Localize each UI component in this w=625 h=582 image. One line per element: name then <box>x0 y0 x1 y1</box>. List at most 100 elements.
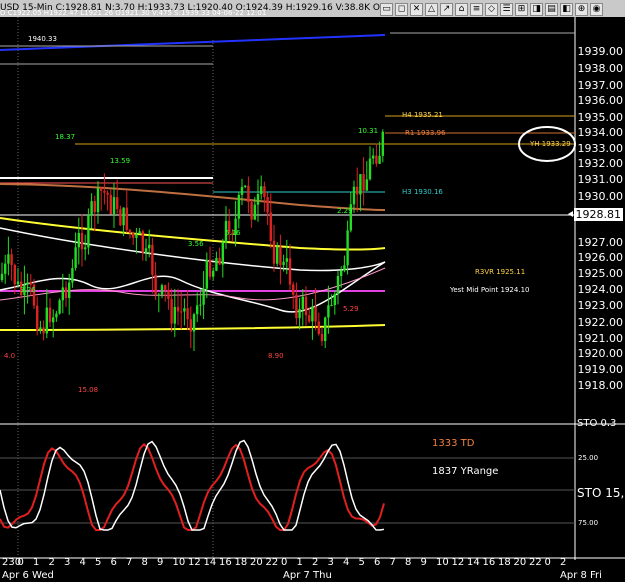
candle-body <box>333 293 336 306</box>
time-tick: 20 <box>513 557 527 568</box>
candle-body <box>103 190 106 193</box>
price-tick: 1927.00 <box>577 236 624 249</box>
price-tick: 1921.00 <box>577 332 624 345</box>
time-tick: 10 <box>172 557 186 568</box>
price-tick: 1938.00 <box>577 62 624 75</box>
candle-body <box>208 259 212 277</box>
time-tick: 14 <box>203 557 217 568</box>
candle-body <box>167 289 170 300</box>
time-tick: 0 <box>17 557 24 568</box>
candle-body <box>26 282 29 285</box>
annotation: 2.29 <box>337 207 353 215</box>
price-tick: 1922.00 <box>577 316 624 329</box>
price-tick: 1923.00 <box>577 299 624 312</box>
candle-body <box>304 296 308 316</box>
time-tick: 2 <box>48 557 55 568</box>
candle-body <box>13 265 16 285</box>
osc-75-label: 75.00 <box>578 519 599 527</box>
yh-label: YH 1933.29 <box>530 140 571 148</box>
candle-body <box>93 201 96 213</box>
blue-trendline <box>0 34 386 51</box>
candle-body <box>141 231 144 253</box>
time-tick: 5 <box>95 557 102 568</box>
time-tick: 20 <box>250 557 263 568</box>
candle-body <box>327 305 330 318</box>
candle-body <box>186 308 189 320</box>
candle-body <box>157 294 160 296</box>
annotation: 5.16 <box>225 229 241 237</box>
candle-body <box>135 233 138 238</box>
candle-body <box>356 186 359 195</box>
price-tick: 1939.00 <box>577 45 624 58</box>
candle-body <box>263 186 266 198</box>
sto-short-label: STO 0.3 <box>577 418 617 429</box>
candle-body <box>64 287 68 299</box>
candle-body <box>80 232 84 250</box>
candle-body <box>0 273 4 280</box>
candle-body <box>4 263 7 274</box>
candle-body <box>381 131 384 156</box>
time-tick: 16 <box>219 557 232 568</box>
osc-red-line <box>0 442 385 531</box>
time-tick: 7 <box>389 557 396 568</box>
annotation: 10.31 <box>358 127 379 135</box>
price-tick: 1935.00 <box>577 111 624 124</box>
candle-body <box>96 188 100 213</box>
annotation: 8.90 <box>268 352 284 360</box>
candle-body <box>317 321 320 334</box>
candle-body <box>68 282 71 299</box>
candle-body <box>36 305 39 331</box>
yrange-label: 1837 YRange <box>432 466 499 477</box>
price-tick: 1925.00 <box>577 267 624 280</box>
candle-body <box>368 158 372 180</box>
candle-body <box>375 155 378 164</box>
price-tick: 1936.00 <box>577 94 624 107</box>
td-label: 1333 TD <box>432 438 475 449</box>
time-tick: 7 <box>126 557 133 568</box>
time-tick: 0 <box>544 557 551 568</box>
candle-body <box>106 192 109 195</box>
time-tick: 22 <box>265 557 279 568</box>
annotation: 5.29 <box>343 305 359 313</box>
candle-body <box>71 268 74 283</box>
candle-body <box>205 259 208 289</box>
candle-body <box>138 231 141 234</box>
candle-body <box>256 194 260 205</box>
time-tick: 2 <box>312 557 319 568</box>
candle-body <box>164 285 167 290</box>
price-tick: 1937.00 <box>577 79 624 92</box>
annotation: 3.56 <box>188 240 204 248</box>
annotation: 13.59 <box>110 157 131 165</box>
time-tick: 2 <box>560 557 567 568</box>
candle-body <box>336 276 340 294</box>
candle-body <box>116 197 119 210</box>
ma-white2 <box>0 261 386 313</box>
candle-body <box>58 300 61 314</box>
chart-canvas[interactable] <box>0 0 625 582</box>
time-tick: 22 <box>529 557 542 568</box>
candle-body <box>176 306 180 312</box>
ma-orange <box>0 183 386 211</box>
candle-body <box>340 270 343 277</box>
price-tick: 1919.00 <box>577 363 624 376</box>
time-tick: 4 <box>79 557 86 568</box>
candle-body <box>119 209 122 226</box>
candle-body <box>55 313 58 318</box>
candle-body <box>77 232 80 248</box>
candle-body <box>285 258 288 262</box>
r3vr-label: R3VR 1925.11 <box>475 268 526 276</box>
candle-body <box>183 308 186 312</box>
candle-body <box>202 288 205 305</box>
candle-body <box>180 311 183 313</box>
candle-body <box>330 305 333 307</box>
osc-25-label: 25.00 <box>578 454 599 462</box>
price-tick: 1926.00 <box>577 251 624 264</box>
candle-body <box>269 212 272 241</box>
candle-body <box>100 188 103 191</box>
candle-body <box>282 261 285 266</box>
candle-body <box>288 258 292 285</box>
price-marker-icon <box>568 211 573 217</box>
candle-body <box>170 299 173 324</box>
candle-body <box>295 294 298 319</box>
time-tick: 9 <box>420 557 427 568</box>
